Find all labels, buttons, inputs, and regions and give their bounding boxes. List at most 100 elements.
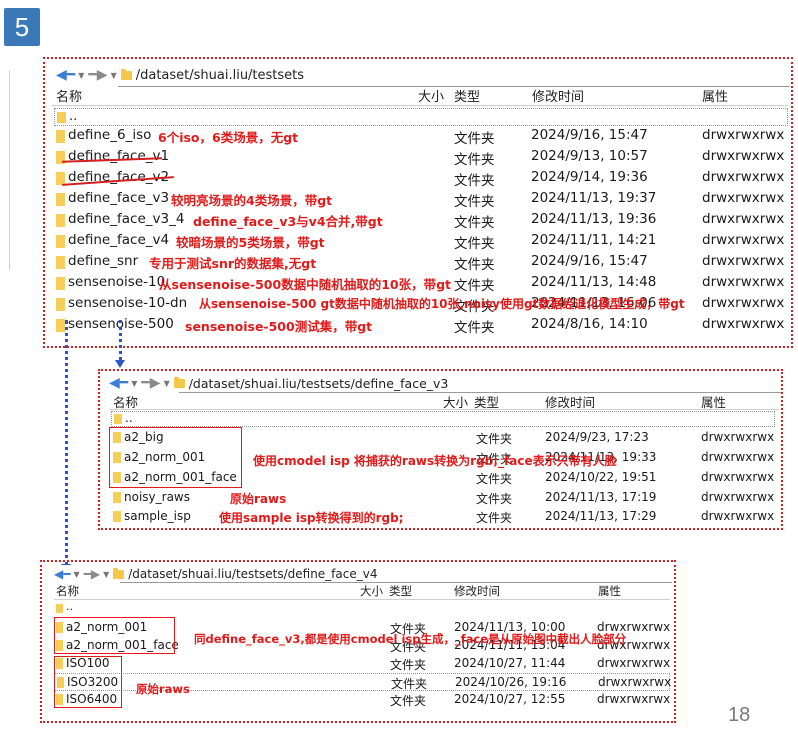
annotation-note: 6个iso，6类场景，无gt	[158, 130, 299, 145]
highlight-box	[109, 427, 242, 488]
column-header-name[interactable]: 名称	[56, 583, 79, 599]
row-type: 文件夹	[390, 658, 427, 672]
path-field[interactable]: /dataset/shuai.liu/testsets	[136, 68, 304, 83]
table-row[interactable]: sample_isp 文件夹 2024/11/13, 17:29 drwxrwx…	[111, 508, 779, 527]
explorer-panel-testsets: ◀━ ▼ ━▶ ▼ /dataset/shuai.liu/testsets 名称…	[48, 60, 790, 342]
folder-icon	[113, 492, 121, 503]
row-name: sensenoise-10-dn	[68, 295, 188, 311]
row-attr: drwxrwxrwx	[702, 190, 785, 206]
parent-dir-row[interactable]: ..	[54, 108, 788, 126]
header-divider	[54, 599, 670, 600]
chevron-down-icon[interactable]: ▼	[111, 71, 117, 80]
annotation-note: 较暗场景的5类场景，带gt	[176, 235, 325, 250]
path-field[interactable]: /dataset/shuai.liu/testsets/define_face_…	[128, 567, 377, 581]
row-attr: drwxrwxrwx	[701, 430, 775, 444]
column-header-modified[interactable]: 修改时间	[454, 583, 500, 599]
table-row[interactable]: define_face_v3 文件夹 2024/11/13, 19:37 drw…	[54, 189, 784, 210]
table-row[interactable]: define_face_v1 文件夹 2024/9/13, 10:57 drwx…	[54, 147, 784, 168]
forward-arrow-icon[interactable]: ━▶	[141, 375, 160, 391]
row-modified: 2024/11/13, 17:19	[545, 490, 657, 504]
header-divider	[109, 409, 779, 410]
column-header-attr[interactable]: 属性	[598, 583, 621, 599]
column-header-name[interactable]: 名称	[56, 86, 82, 105]
column-header-type[interactable]: 类型	[454, 86, 480, 105]
row-type: 文件夹	[454, 320, 495, 336]
row-type: 文件夹	[454, 152, 495, 168]
connector-arrow	[65, 320, 68, 566]
row-name: define_6_iso	[68, 127, 152, 143]
row-modified: 2024/11/13, 17:29	[545, 509, 657, 523]
column-header-attr[interactable]: 属性	[702, 86, 728, 105]
back-arrow-icon[interactable]: ◀━	[56, 67, 75, 83]
row-attr: drwxrwxrwx	[702, 232, 785, 248]
parent-dir-row[interactable]: ..	[111, 411, 775, 427]
folder-icon	[120, 68, 132, 80]
nav-bar: ◀━ ▼ ━▶ ▼ /dataset/shuai.liu/testsets/de…	[109, 372, 448, 394]
back-arrow-icon[interactable]: ◀━	[109, 375, 128, 391]
annotation-note: 使用sample isp转换得到的rgb;	[219, 511, 404, 525]
annotation-note: 同define_face_v3,都是使用cmodel isp生成，_face是从…	[194, 632, 627, 646]
row-modified: 2024/11/11, 14:21	[531, 232, 657, 248]
folder-icon	[56, 130, 65, 143]
chevron-down-icon[interactable]: ▼	[103, 570, 109, 579]
row-name: define_face_v3	[68, 190, 170, 206]
table-row[interactable]: noisy_raws 文件夹 2024/11/13, 17:19 drwxrwx…	[111, 489, 779, 508]
chevron-down-icon[interactable]: ▼	[78, 71, 84, 80]
path-field[interactable]: /dataset/shuai.liu/testsets/define_face_…	[189, 376, 449, 391]
row-name: sensenoise-10	[68, 274, 166, 290]
row-attr: drwxrwxrwx	[701, 470, 775, 484]
forward-arrow-icon[interactable]: ━▶	[88, 67, 107, 83]
folder-icon	[56, 319, 65, 332]
row-type: 文件夹	[476, 432, 513, 446]
table-row[interactable]: define_face_v4 文件夹 2024/11/11, 14:21 drw…	[54, 231, 784, 252]
annotation-note: 原始raws	[230, 492, 287, 506]
row-attr: drwxrwxrwx	[702, 253, 785, 269]
row-attr: drwxrwxrwx	[702, 274, 785, 290]
row-attr: drwxrwxrwx	[702, 316, 785, 332]
chevron-down-icon[interactable]: ▼	[131, 379, 137, 388]
row-attr: drwxrwxrwx	[597, 692, 671, 706]
row-type: 文件夹	[454, 278, 495, 294]
table-row[interactable]: sensenoise-500 文件夹 2024/8/16, 14:10 drwx…	[54, 315, 784, 336]
row-attr: drwxrwxrwx	[702, 211, 785, 227]
table-row[interactable]: define_face_v3_4 文件夹 2024/11/13, 19:36 d…	[54, 210, 784, 231]
row-name: noisy_raws	[124, 490, 190, 504]
nav-bar: ◀━ ▼ ━▶ ▼ /dataset/shuai.liu/testsets	[56, 64, 304, 86]
column-header-size[interactable]: 大小	[418, 86, 444, 105]
row-modified: 2024/8/16, 14:10	[531, 316, 648, 332]
row-attr: drwxrwxrwx	[701, 509, 775, 523]
page-number: 18	[728, 704, 751, 726]
chevron-down-icon[interactable]: ▼	[73, 570, 79, 579]
folder-icon	[56, 214, 65, 227]
row-attr: drwxrwxrwx	[702, 295, 785, 311]
row-type: 文件夹	[454, 215, 495, 231]
row-type: 文件夹	[476, 472, 513, 486]
row-modified: 2024/10/26, 19:16	[455, 675, 567, 689]
folder-icon	[56, 277, 65, 290]
annotation-note: 较明亮场景的4类场景，带gt	[171, 193, 333, 208]
arrow-head-icon	[115, 360, 125, 368]
annotation-note: 从sensenoise-500数据中随机抽取的10张，带gt	[159, 277, 452, 292]
folder-icon	[56, 298, 65, 311]
highlight-box	[54, 656, 122, 708]
row-type: 文件夹	[454, 257, 495, 273]
row-type: 文件夹	[476, 492, 513, 506]
row-type: 文件夹	[476, 511, 513, 525]
folder-icon	[56, 256, 65, 269]
parent-dir-label: ..	[125, 411, 133, 425]
row-modified: 2024/11/13, 14:48	[531, 274, 657, 290]
row-attr: drwxrwxrwx	[597, 656, 671, 670]
table-row[interactable]: ISO100 文件夹 2024/10/27, 11:44 drwxrwxrwx	[54, 655, 670, 673]
row-modified: 2024/9/13, 10:57	[531, 148, 648, 164]
row-modified: 2024/9/16, 15:47	[531, 253, 648, 269]
column-header-modified[interactable]: 修改时间	[532, 86, 584, 105]
parent-dir-label: ..	[69, 109, 78, 124]
row-type: 文件夹	[391, 677, 428, 691]
forward-arrow-icon[interactable]: ━▶	[84, 567, 100, 581]
back-arrow-icon[interactable]: ◀━	[54, 567, 70, 581]
row-name: define_face_v4	[68, 232, 170, 248]
column-header-type[interactable]: 类型	[389, 583, 412, 599]
column-header-size[interactable]: 大小	[360, 583, 383, 599]
chevron-down-icon[interactable]: ▼	[164, 379, 170, 388]
folder-icon	[173, 376, 185, 388]
